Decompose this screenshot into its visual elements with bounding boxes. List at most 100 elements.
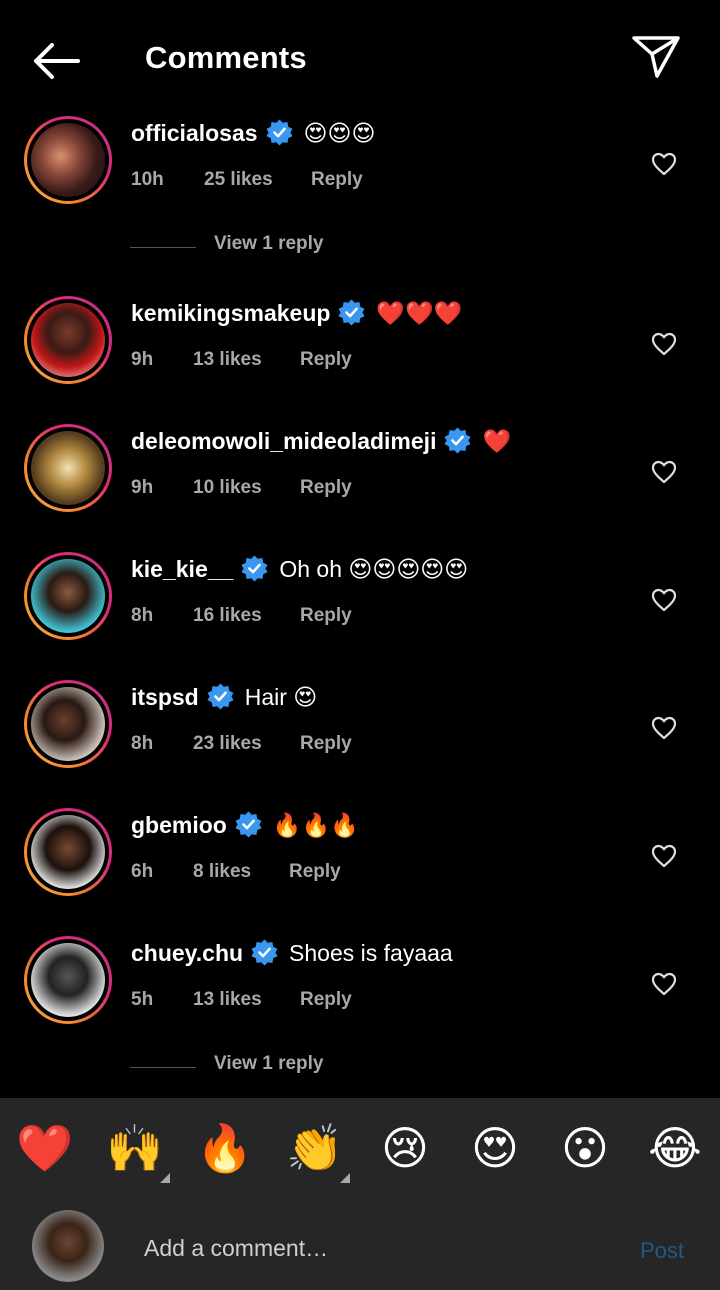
like-heart-icon[interactable] [651, 972, 677, 996]
comment-meta: 9h 10 likes Reply [131, 477, 352, 499]
share-button[interactable] [630, 34, 682, 80]
like-heart-icon[interactable] [651, 152, 677, 176]
comment-composer: Post [0, 1198, 720, 1290]
comment-username-line: chuey.chu Shoes is fayaaa [131, 939, 453, 967]
comment-likes[interactable]: 13 likes [193, 989, 300, 1011]
comment-username-line: itspsd Hair 😍 [131, 683, 318, 711]
verified-badge-icon [444, 427, 472, 454]
heart-emoji-button[interactable]: ❤️ [15, 1120, 75, 1176]
page-title: Comments [145, 40, 307, 75]
comment-username-line: deleomowoli_mideoladimeji ❤️ [131, 427, 512, 455]
username[interactable]: gbemioo [131, 812, 227, 838]
like-heart-icon[interactable] [651, 716, 677, 740]
view-replies-label: View 1 reply [214, 233, 324, 254]
avatar[interactable] [24, 680, 112, 768]
heart-eyes-emoji-button[interactable]: 😍 [465, 1120, 525, 1176]
comment-item: itspsd Hair 😍 8h 23 likes Reply [0, 680, 720, 790]
verified-badge-icon [265, 119, 293, 146]
reply-button[interactable]: Reply [300, 733, 352, 755]
verified-badge-icon [235, 811, 262, 838]
comment-item: deleomowoli_mideoladimeji ❤️ 9h 10 likes Re… [0, 424, 720, 534]
avatar[interactable] [24, 936, 112, 1024]
reply-button[interactable]: Reply [300, 349, 352, 371]
comment-likes[interactable]: 10 likes [193, 477, 300, 499]
avatar[interactable] [24, 296, 112, 384]
raising-hands-emoji-button[interactable]: 🙌 [105, 1120, 165, 1176]
comment-username-line: kemikingsmakeup ❤️❤️❤️ [131, 299, 463, 327]
skin-tone-indicator [160, 1173, 170, 1183]
avatar[interactable] [24, 424, 112, 512]
tears-of-joy-emoji-button[interactable]: 😂 [645, 1120, 705, 1176]
comment-text: 😍😍😍 [303, 120, 376, 146]
post-button[interactable]: Post [640, 1238, 684, 1264]
comment-likes[interactable]: 25 likes [204, 169, 311, 191]
arrow-left-icon [34, 43, 80, 79]
username[interactable]: kemikingsmakeup [131, 300, 330, 326]
comment-username-line: kie_kie__ Oh oh 😍😍😍😍😍 [131, 555, 469, 583]
quick-reaction-bar: ❤️ 🙌 🔥 👏 😢 😍 😮 😂 [0, 1098, 720, 1198]
comment-meta: 8h 23 likes Reply [131, 733, 352, 755]
verified-badge-icon [207, 683, 234, 710]
comment-text: ❤️ [482, 428, 512, 454]
verified-badge-icon [241, 555, 268, 582]
comment-text: Oh oh 😍😍😍😍😍 [279, 556, 469, 582]
paper-plane-icon [632, 36, 680, 78]
comment-time: 8h [131, 605, 154, 626]
comment-time: 9h [131, 349, 154, 370]
avatar[interactable] [24, 808, 112, 896]
view-replies-button[interactable]: View 1 reply [130, 1053, 430, 1083]
comment-text: Shoes is fayaaa [289, 940, 453, 966]
header-bar: Comments [0, 0, 720, 110]
reply-button[interactable]: Reply [311, 169, 363, 191]
username[interactable]: itspsd [131, 684, 199, 710]
fire-emoji-button[interactable]: 🔥 [195, 1120, 255, 1176]
comment-meta: 6h 8 likes Reply [131, 861, 341, 883]
comment-item: gbemioo 🔥🔥🔥 6h 8 likes Reply [0, 808, 720, 918]
comment-composer-panel: ❤️ 🙌 🔥 👏 😢 😍 😮 😂 Post [0, 1098, 720, 1290]
skin-tone-indicator [340, 1173, 350, 1183]
divider [130, 1067, 196, 1068]
comment-likes[interactable]: 16 likes [193, 605, 300, 627]
comment-text: 🔥🔥🔥 [272, 812, 359, 838]
reply-button[interactable]: Reply [300, 989, 352, 1011]
avatar[interactable] [24, 116, 112, 204]
clapping-hands-emoji-button[interactable]: 👏 [285, 1120, 345, 1176]
like-heart-icon[interactable] [651, 460, 677, 484]
current-user-avatar [32, 1210, 104, 1282]
reply-button[interactable]: Reply [300, 477, 352, 499]
like-heart-icon[interactable] [651, 588, 677, 612]
comment-username-line: gbemioo 🔥🔥🔥 [131, 811, 359, 839]
comment-likes[interactable]: 8 likes [193, 861, 289, 883]
surprised-face-emoji-button[interactable]: 😮 [555, 1120, 615, 1176]
comment-meta: 5h 13 likes Reply [131, 989, 352, 1011]
username[interactable]: officialosas [131, 120, 258, 146]
reply-button[interactable]: Reply [289, 861, 341, 883]
crying-face-emoji-button[interactable]: 😢 [375, 1120, 435, 1176]
username[interactable]: kie_kie__ [131, 556, 233, 582]
view-replies-button[interactable]: View 1 reply [130, 233, 430, 263]
like-heart-icon[interactable] [651, 844, 677, 868]
verified-badge-icon [251, 939, 278, 966]
comment-item: kie_kie__ Oh oh 😍😍😍😍😍 8h 16 likes Reply [0, 552, 720, 662]
comment-time: 5h [131, 989, 154, 1010]
back-button[interactable] [28, 38, 84, 84]
reply-button[interactable]: Reply [300, 605, 352, 627]
verified-badge-icon [338, 299, 365, 326]
comment-time: 10h [131, 169, 164, 190]
view-replies-label: View 1 reply [214, 1053, 324, 1074]
comment-username-line: officialosas 😍😍😍 [131, 119, 376, 147]
username[interactable]: chuey.chu [131, 940, 243, 966]
comment-item: chuey.chu Shoes is fayaaa 5h 13 likes Reply [0, 936, 720, 1046]
divider [130, 247, 196, 248]
comment-item: officialosas 😍😍😍 10h 25 likes Reply [0, 116, 720, 226]
comment-meta: 9h 13 likes Reply [131, 349, 352, 371]
comment-meta: 8h 16 likes Reply [131, 605, 352, 627]
comment-text: ❤️❤️❤️ [376, 300, 463, 326]
comment-likes[interactable]: 13 likes [193, 349, 300, 371]
username[interactable]: deleomowoli_mideoladimeji [131, 428, 436, 454]
like-heart-icon[interactable] [651, 332, 677, 356]
comment-likes[interactable]: 23 likes [193, 733, 300, 755]
comment-input[interactable] [144, 1232, 604, 1264]
comment-text: Hair 😍 [244, 684, 318, 710]
avatar[interactable] [24, 552, 112, 640]
